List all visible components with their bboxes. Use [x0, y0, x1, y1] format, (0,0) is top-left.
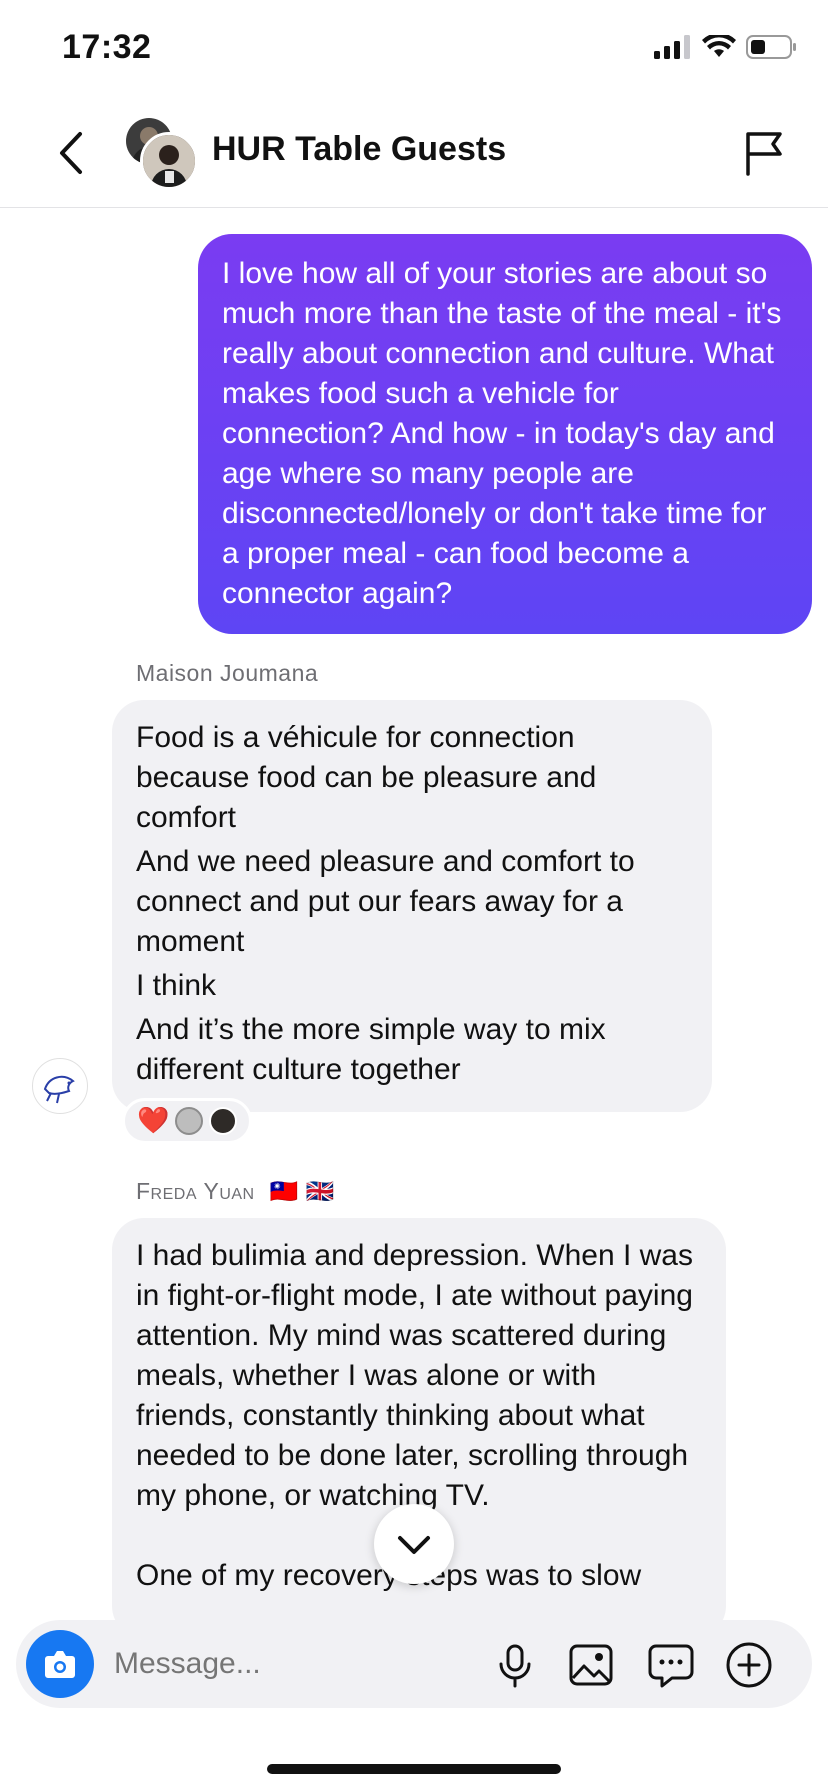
status-icons	[654, 34, 798, 60]
message-composer	[16, 1620, 812, 1708]
outgoing-message-bubble[interactable]: I love how all of your stories are about…	[198, 234, 812, 634]
sender-flags: 🇹🇼 🇬🇧	[269, 1178, 335, 1204]
chat-title[interactable]: HUR Table Guests	[212, 130, 506, 169]
avatar	[209, 1107, 238, 1135]
message-text: I had bulimia and depression. When I was…	[136, 1239, 693, 1512]
message-line: I think	[136, 969, 217, 1002]
avatar	[140, 132, 198, 190]
message-line: And we need pleasure and comfort to conn…	[136, 845, 635, 958]
avatar	[175, 1107, 204, 1135]
status-bar: 17:32	[0, 0, 828, 100]
image-icon[interactable]	[566, 1640, 616, 1690]
battery-icon	[746, 35, 796, 59]
microphone-icon[interactable]	[490, 1640, 540, 1690]
home-indicator	[267, 1764, 561, 1774]
camera-icon	[45, 1651, 75, 1678]
flag-icon[interactable]	[742, 128, 786, 178]
incoming-message-bubble[interactable]: Food is a véhicule for connection becaus…	[112, 700, 712, 1112]
heart-reaction: ❤️	[137, 1106, 170, 1136]
message-line: And it’s the more simple way to mix diff…	[136, 1013, 606, 1086]
avatar[interactable]	[32, 1058, 88, 1114]
group-avatar[interactable]	[126, 118, 198, 190]
message-line: Food is a véhicule for connection becaus…	[136, 721, 597, 834]
chat-header: HUR Table Guests	[0, 100, 828, 208]
camera-button[interactable]	[26, 1630, 94, 1698]
chevron-down-icon	[398, 1536, 430, 1554]
message-input[interactable]	[112, 1640, 496, 1688]
wifi-icon	[702, 35, 736, 57]
sender-name: Maison Joumana	[136, 660, 319, 686]
sticker-icon[interactable]	[646, 1640, 696, 1690]
back-chevron-icon[interactable]	[52, 128, 92, 178]
status-time: 17:32	[62, 28, 152, 66]
plus-icon[interactable]	[724, 1640, 774, 1690]
signal-icon	[654, 35, 690, 59]
sender-name-row: Freda Yuan 🇹🇼 🇬🇧	[136, 1178, 335, 1205]
reactions-bar[interactable]: ❤️	[122, 1098, 252, 1144]
sender-name: Freda Yuan	[136, 1178, 255, 1204]
scroll-to-bottom-button[interactable]	[374, 1504, 454, 1584]
